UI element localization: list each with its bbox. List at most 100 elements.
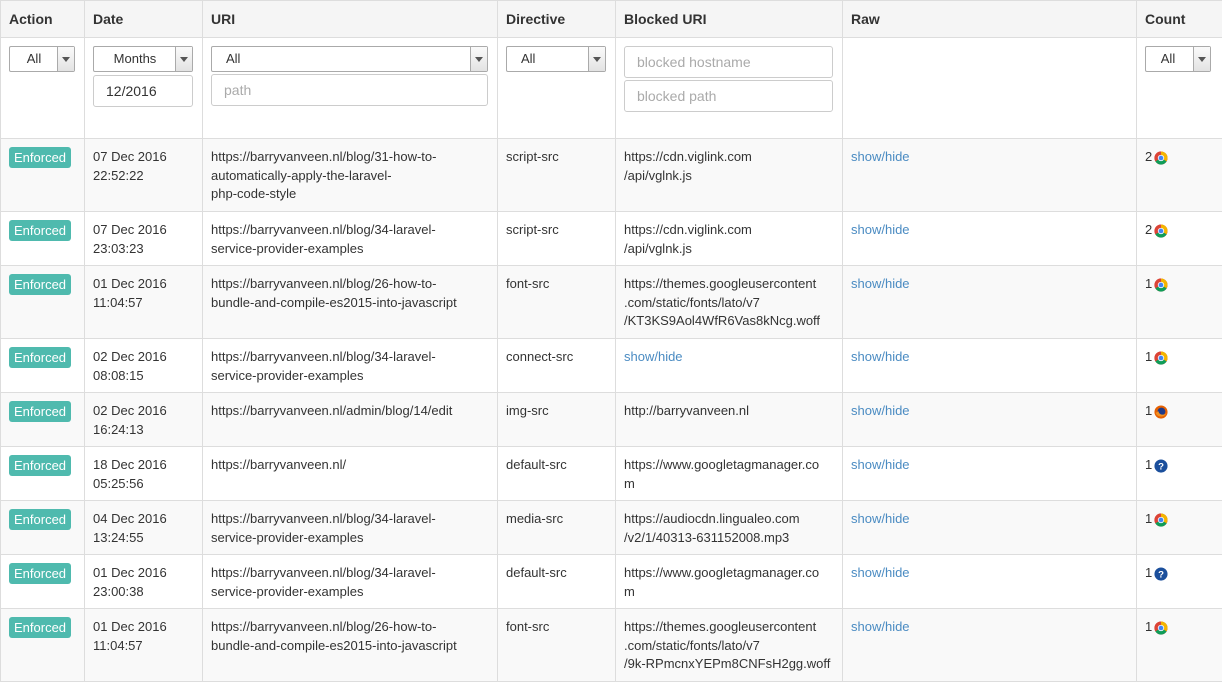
- uri-line: https://barryvanveen.nl/: [211, 457, 346, 472]
- directive-cell: default-src: [498, 555, 616, 609]
- chevron-down-icon: [470, 47, 487, 71]
- action-cell: Enforced: [1, 555, 85, 609]
- uri-cell: https://barryvanveen.nl/: [203, 447, 498, 501]
- time-text: 11:04:57: [93, 295, 143, 310]
- raw-toggle-link[interactable]: show/hide: [851, 511, 910, 526]
- blocked-uri-cell: https://cdn.viglink.com/api/vglnk.js: [616, 212, 843, 266]
- date-text: 04 Dec 2016: [93, 511, 167, 526]
- blocked-uri-toggle-link[interactable]: show/hide: [624, 349, 683, 364]
- column-header-uri[interactable]: URI: [203, 1, 498, 38]
- column-header-action[interactable]: Action: [1, 1, 85, 38]
- directive-text: media-src: [506, 511, 563, 526]
- csp-reports-table: Action Date URI Directive Blocked URI Ra…: [0, 0, 1222, 682]
- count-text: 1: [1145, 276, 1152, 291]
- directive-cell: font-src: [498, 266, 616, 339]
- raw-toggle-link[interactable]: show/hide: [851, 276, 910, 291]
- count-cell: 2: [1137, 139, 1222, 212]
- raw-toggle-link[interactable]: show/hide: [851, 222, 910, 237]
- uri-cell: https://barryvanveen.nl/admin/blog/14/ed…: [203, 393, 498, 447]
- count-cell: 1?: [1137, 555, 1222, 609]
- raw-cell: show/hide: [843, 266, 1137, 339]
- directive-text: script-src: [506, 222, 559, 237]
- raw-toggle-link[interactable]: show/hide: [851, 565, 910, 580]
- uri-cell: https://barryvanveen.nl/blog/26-how-to-b…: [203, 609, 498, 682]
- uri-filter-select[interactable]: All: [211, 46, 488, 72]
- table-row: Enforced 02 Dec 201616:24:13 https://bar…: [1, 393, 1222, 447]
- table-row: Enforced 01 Dec 201623:00:38 https://bar…: [1, 555, 1222, 609]
- uri-line: bundle-and-compile-es2015-into-javascrip…: [211, 638, 457, 653]
- directive-text: script-src: [506, 149, 559, 164]
- blocked-uri-line: https://www.googletagmanager.co: [624, 457, 819, 472]
- count-filter-cell: All: [1137, 38, 1222, 139]
- status-badge: Enforced: [9, 617, 71, 638]
- raw-toggle-link[interactable]: show/hide: [851, 349, 910, 364]
- date-text: 02 Dec 2016: [93, 349, 167, 364]
- count-text: 1: [1145, 565, 1152, 580]
- count-text: 1: [1145, 403, 1152, 418]
- count-text: 2: [1145, 222, 1152, 237]
- action-cell: Enforced: [1, 339, 85, 393]
- action-cell: Enforced: [1, 447, 85, 501]
- status-badge: Enforced: [9, 147, 71, 168]
- uri-line: automatically-apply-the-laravel-: [211, 168, 392, 183]
- action-filter-cell: All: [1, 38, 85, 139]
- blocked-path-input[interactable]: blocked path: [624, 80, 833, 112]
- svg-text:?: ?: [1158, 570, 1164, 581]
- time-text: 11:04:57: [93, 638, 143, 653]
- unknown-browser-icon: ?: [1154, 567, 1168, 581]
- raw-toggle-link[interactable]: show/hide: [851, 619, 910, 634]
- date-cell: 07 Dec 201622:52:22: [85, 139, 203, 212]
- date-value-input[interactable]: 12/2016: [93, 75, 193, 107]
- directive-cell: script-src: [498, 139, 616, 212]
- raw-cell: show/hide: [843, 212, 1137, 266]
- raw-cell: show/hide: [843, 501, 1137, 555]
- count-cell: 1: [1137, 266, 1222, 339]
- table-row: Enforced 07 Dec 201623:03:23 https://bar…: [1, 212, 1222, 266]
- action-cell: Enforced: [1, 266, 85, 339]
- count-filter-select[interactable]: All: [1145, 46, 1211, 72]
- directive-filter-select[interactable]: All: [506, 46, 606, 72]
- blocked-uri-line: /KT3KS9Aol4WfR6Vas8kNcg.woff: [624, 313, 820, 328]
- column-header-directive[interactable]: Directive: [498, 1, 616, 38]
- blocked-uri-cell: https://www.googletagmanager.com: [616, 447, 843, 501]
- time-text: 22:52:22: [93, 168, 144, 183]
- blocked-uri-cell: https://themes.googleusercontent.com/sta…: [616, 266, 843, 339]
- blocked-hostname-input[interactable]: blocked hostname: [624, 46, 833, 78]
- column-header-count[interactable]: Count: [1137, 1, 1222, 38]
- action-cell: Enforced: [1, 609, 85, 682]
- date-cell: 02 Dec 201616:24:13: [85, 393, 203, 447]
- uri-line: https://barryvanveen.nl/blog/26-how-to-: [211, 619, 436, 634]
- column-header-blocked-uri[interactable]: Blocked URI: [616, 1, 843, 38]
- date-period-select[interactable]: Months: [93, 46, 193, 72]
- blocked-uri-cell: show/hide: [616, 339, 843, 393]
- blocked-uri-cell: https://www.googletagmanager.com: [616, 555, 843, 609]
- uri-line: service-provider-examples: [211, 584, 363, 599]
- raw-toggle-link[interactable]: show/hide: [851, 457, 910, 472]
- date-cell: 01 Dec 2016 11:04:57: [85, 609, 203, 682]
- date-text: 01 Dec 2016: [93, 619, 167, 634]
- table-row: Enforced 04 Dec 201613:24:55 https://bar…: [1, 501, 1222, 555]
- directive-text: img-src: [506, 403, 549, 418]
- blocked-uri-line: https://cdn.viglink.com: [624, 149, 752, 164]
- count-cell: 1: [1137, 501, 1222, 555]
- directive-text: font-src: [506, 619, 549, 634]
- column-header-date[interactable]: Date: [85, 1, 203, 38]
- status-badge: Enforced: [9, 455, 71, 476]
- raw-toggle-link[interactable]: show/hide: [851, 149, 910, 164]
- uri-path-input[interactable]: path: [211, 74, 488, 106]
- filter-row: All Months 12/2016 All path: [1, 38, 1222, 139]
- action-filter-select[interactable]: All: [9, 46, 75, 72]
- raw-cell: show/hide: [843, 393, 1137, 447]
- raw-cell: show/hide: [843, 139, 1137, 212]
- raw-toggle-link[interactable]: show/hide: [851, 403, 910, 418]
- blocked-uri-cell: https://cdn.viglink.com/api/vglnk.js: [616, 139, 843, 212]
- time-text: 08:08:15: [93, 368, 144, 383]
- uri-line: https://barryvanveen.nl/blog/34-laravel-: [211, 511, 436, 526]
- unknown-browser-icon: ?: [1154, 459, 1168, 473]
- directive-filter-value: All: [507, 47, 535, 71]
- header-row: Action Date URI Directive Blocked URI Ra…: [1, 1, 1222, 38]
- report-rows: Enforced 07 Dec 201622:52:22 https://bar…: [1, 139, 1222, 682]
- column-header-raw[interactable]: Raw: [843, 1, 1137, 38]
- table-row: Enforced 01 Dec 201611:04:57 https://bar…: [1, 266, 1222, 339]
- date-text: 01 Dec 2016: [93, 276, 167, 291]
